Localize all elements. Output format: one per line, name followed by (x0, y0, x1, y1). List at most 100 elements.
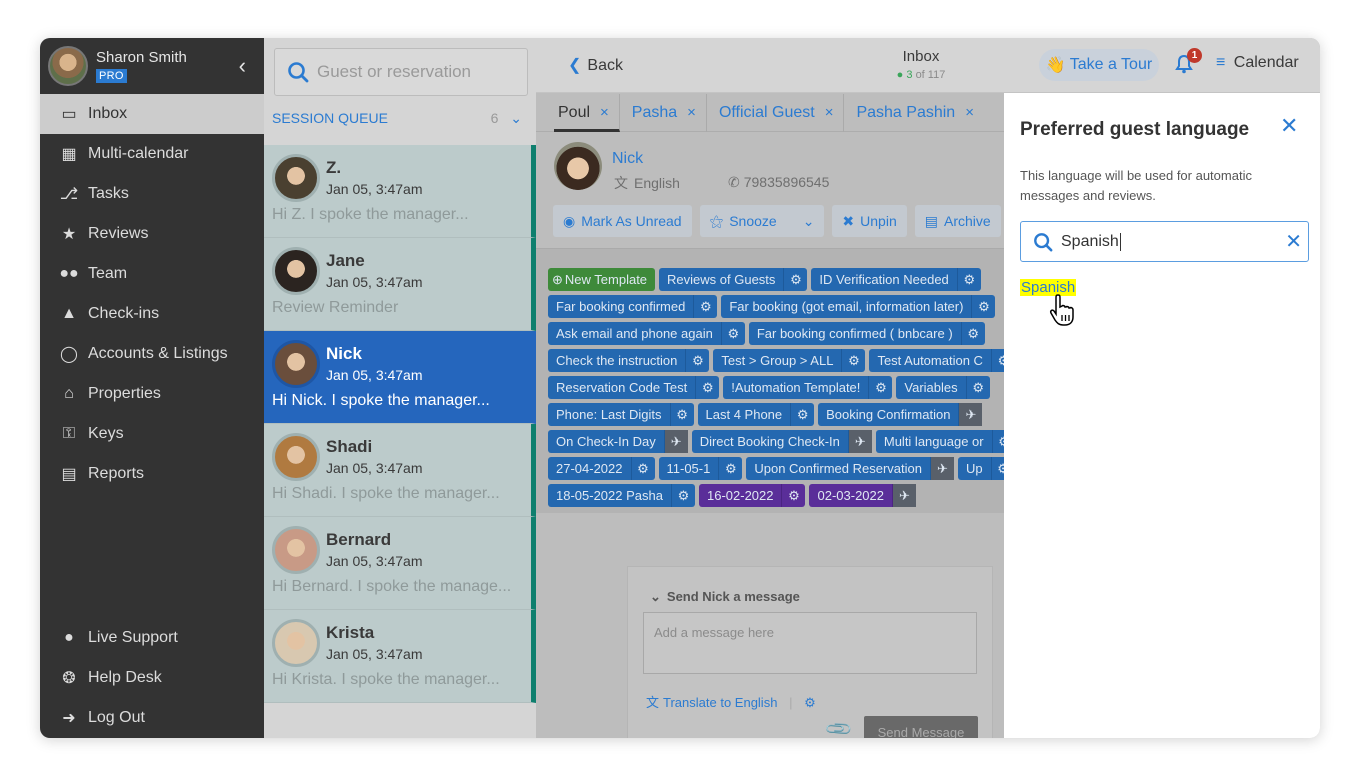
template-chip[interactable]: 18-05-2022 Pasha ⚙ (548, 484, 695, 507)
template-chip[interactable]: ID Verification Needed ⚙ (811, 268, 981, 291)
clear-search-icon[interactable]: ✕ (1285, 229, 1302, 254)
guest-tab[interactable]: Poul × (554, 93, 620, 132)
guest-search-input[interactable]: Guest or reservation (274, 48, 528, 96)
gear-icon[interactable]: ⚙ (965, 376, 990, 399)
close-icon[interactable]: ✕ (1280, 113, 1298, 139)
close-tab-icon[interactable]: × (965, 104, 974, 121)
paperclip-icon[interactable]: 📎 (824, 714, 855, 738)
template-chip[interactable]: Test > Group > ALL ⚙ (713, 349, 866, 372)
template-chip[interactable]: 27-04-2022 ⚙ (548, 457, 655, 480)
template-chip[interactable]: Far booking confirmed ⚙ (548, 295, 718, 318)
gear-icon[interactable]: ⚙ (960, 322, 985, 345)
sidebar-item-properties[interactable]: ⌂ Properties (40, 374, 264, 414)
sidebar-item-reviews[interactable]: ★ Reviews (40, 214, 264, 254)
airplane-icon[interactable]: ✈ (663, 430, 688, 453)
airplane-icon[interactable]: ✈ (891, 484, 916, 507)
template-chip[interactable]: Up⚙ (957, 457, 1006, 480)
gear-icon[interactable]: ⚙ (841, 349, 865, 372)
template-chip[interactable]: Far booking confirmed ( bnbcare ) ⚙ (748, 322, 985, 345)
queue-item[interactable]: Nick Jan 05, 3:47am Hi Nick. I spoke the m… (264, 331, 536, 424)
gear-icon[interactable]: ⚙ (685, 349, 709, 372)
template-chip[interactable]: On Check-In Day ✈ (548, 430, 688, 453)
template-chip[interactable]: 11-05-1 ⚙ (658, 457, 743, 480)
gear-icon[interactable]: ⚙ (720, 322, 745, 345)
template-chip[interactable]: Check the instruction ⚙ (548, 349, 710, 372)
chevron-down-icon[interactable]: ⌄ (510, 110, 522, 126)
template-chip[interactable]: Reviews of Guests ⚙ (659, 268, 808, 291)
gear-icon[interactable]: ⚙ (693, 295, 717, 318)
queue-header[interactable]: SESSION QUEUE 6 ⌄ (272, 110, 522, 127)
new-template-button[interactable]: ⊕ New Template (548, 268, 656, 291)
template-chip[interactable]: Variables ⚙ (896, 376, 990, 399)
compose-toggle[interactable]: ⌄ Send Nick a message (650, 589, 800, 605)
sidebar-item-help-desk[interactable]: ❂ Help Desk (40, 658, 264, 698)
queue-item[interactable]: Shadi Jan 05, 3:47am Hi Shadi. I spoke the… (264, 424, 536, 517)
snooze-button[interactable]: ⚝ Snooze ⌄ (699, 205, 825, 237)
message-input[interactable]: Add a message here (643, 612, 977, 674)
archive-button[interactable]: ▤ Archive (914, 205, 1001, 237)
sidebar-item-tasks[interactable]: ⎇ Tasks (40, 174, 264, 214)
template-chip[interactable]: Direct Booking Check-In ✈ (691, 430, 872, 453)
gear-icon[interactable]: ⚙ (781, 484, 805, 507)
gear-icon[interactable]: ⚙ (630, 457, 655, 480)
take-a-tour-button[interactable]: 👋 Take a Tour (1039, 49, 1159, 81)
calendar-button[interactable]: ≡ Calendar (1216, 54, 1299, 72)
gear-icon[interactable]: ⚙ (670, 484, 695, 507)
sidebar-item-reports[interactable]: ▤ Reports (40, 454, 264, 494)
airplane-icon[interactable]: ✈ (847, 430, 872, 453)
close-tab-icon[interactable]: × (687, 104, 696, 121)
back-button[interactable]: ❮ Back (568, 55, 623, 75)
unpin-button[interactable]: ✖ Unpin (832, 205, 907, 237)
guest-tab[interactable]: Pasha × (628, 93, 707, 132)
gear-icon[interactable]: ⚙ (971, 295, 995, 318)
gear-icon[interactable]: ⚙ (669, 403, 694, 426)
queue-item[interactable]: Jane Jan 05, 3:47am Review Reminder (264, 238, 536, 331)
sidebar-item-live-support[interactable]: ● Live Support (40, 618, 264, 658)
sidebar-item-accounts-listings[interactable]: ◯ Accounts & Listings (40, 334, 264, 374)
sidebar-item-multi-calendar[interactable]: ▦ Multi-calendar (40, 134, 264, 174)
guest-tab[interactable]: Pasha Pashin × (852, 94, 984, 132)
queue-item[interactable]: Z. Jan 05, 3:47am Hi Z. I spoke the manage… (264, 145, 536, 238)
template-chip[interactable]: Upon Confirmed Reservation ✈ (746, 457, 954, 480)
airplane-icon[interactable]: ✈ (958, 403, 983, 426)
template-chip[interactable]: 16-02-2022 ⚙ (698, 484, 806, 507)
chevron-left-icon[interactable]: ‹ (239, 53, 246, 79)
gear-icon[interactable]: ⚙ (718, 457, 742, 480)
sidebar-item-inbox[interactable]: ▭ Inbox (40, 94, 264, 134)
gear-icon[interactable]: ⚙ (868, 376, 892, 399)
template-chip[interactable]: Reservation Code Test ⚙ (548, 376, 720, 399)
template-chip[interactable]: Ask email and phone again ⚙ (548, 322, 745, 345)
template-chip[interactable]: Test Automation C⚙ (869, 349, 1006, 372)
gear-icon[interactable]: ⚙ (695, 376, 719, 399)
close-tab-icon[interactable]: × (600, 104, 609, 121)
mark-as-unread-button[interactable]: ◉ Mark As Unread (553, 205, 692, 237)
queue-item[interactable]: Krista Jan 05, 3:47am Hi Krista. I spoke t… (264, 610, 536, 703)
gear-icon[interactable]: ⚙ (804, 695, 816, 710)
sidebar-item-check-ins[interactable]: ▲ Check-ins (40, 294, 264, 334)
chevron-down-icon[interactable]: ⌄ (803, 213, 815, 230)
user-profile[interactable]: Sharon Smith PRO ‹ (40, 38, 264, 94)
gear-icon[interactable]: ⚙ (783, 268, 807, 291)
sidebar-item-keys[interactable]: ⚿ Keys (40, 414, 264, 454)
guest-name-link[interactable]: Nick (612, 150, 643, 168)
guest-language[interactable]: 文 English (614, 173, 680, 193)
airplane-icon[interactable]: ✈ (929, 457, 954, 480)
queue-item[interactable]: Bernard Jan 05, 3:47am Hi Bernard. I spoke… (264, 517, 536, 610)
translate-button[interactable]: 文 Translate to English (646, 695, 777, 710)
template-chip[interactable]: Multi language or⚙ (875, 430, 1006, 453)
template-chip[interactable]: !Automation Template! ⚙ (723, 376, 893, 399)
send-message-button[interactable]: Send Message (864, 716, 978, 738)
sidebar-item-team[interactable]: ●● Team (40, 254, 264, 294)
template-chip[interactable]: Last 4 Phone ⚙ (697, 403, 815, 426)
gear-icon[interactable]: ⚙ (956, 268, 981, 291)
notifications-button[interactable]: 1 (1174, 48, 1202, 79)
template-chip[interactable]: 02-03-2022 ✈ (809, 484, 916, 507)
sidebar-item-log-out[interactable]: ➜ Log Out (40, 698, 264, 738)
language-search-input[interactable]: Spanish ✕ (1020, 221, 1309, 262)
gear-icon[interactable]: ⚙ (790, 403, 814, 426)
template-chip[interactable]: Phone: Last Digits ⚙ (548, 403, 694, 426)
template-chip[interactable]: Booking Confirmation ✈ (818, 403, 983, 426)
guest-tab[interactable]: Official Guest × (715, 93, 845, 132)
template-chip[interactable]: Far booking (got email, information late… (721, 295, 996, 318)
close-tab-icon[interactable]: × (825, 104, 834, 121)
